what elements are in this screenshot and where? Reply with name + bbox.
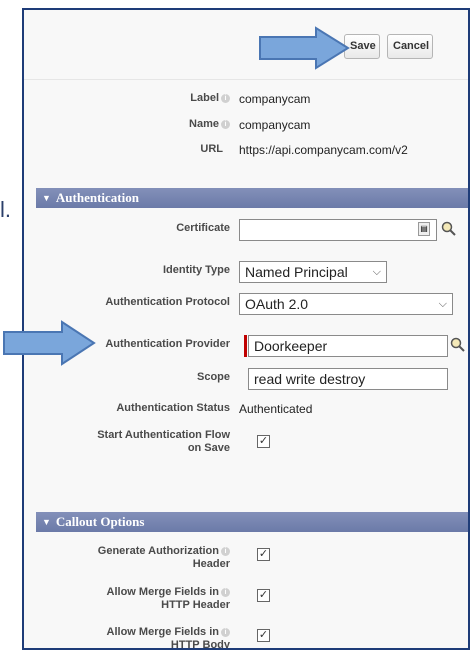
certificate-input[interactable]: [239, 219, 437, 241]
certificate-label: Certificate: [176, 222, 230, 234]
section-title: Callout Options: [55, 514, 145, 529]
start-flow-checkbox[interactable]: ✓: [257, 435, 270, 448]
identity-type-select[interactable]: Named Principal ⌵: [239, 261, 387, 283]
scope-input[interactable]: read write destroy: [248, 368, 448, 390]
merge-http-header-label: Allow Merge Fields in i HTTP Header: [106, 586, 230, 611]
cancel-button[interactable]: Cancel: [387, 34, 433, 59]
provider-label: Authentication Provider: [105, 338, 230, 350]
button-bar: Save Cancel: [24, 10, 468, 80]
merge-http-body-label: Allow Merge Fields in i HTTP Body: [106, 626, 230, 650]
label-value: companycam: [239, 92, 311, 106]
merge-http-body-checkbox[interactable]: ✓: [257, 629, 270, 642]
authentication-section-header[interactable]: ▼ Authentication: [36, 188, 468, 208]
collapse-triangle-icon: ▼: [42, 517, 51, 527]
collapse-triangle-icon: ▼: [42, 193, 51, 203]
status-label: Authentication Status: [116, 402, 230, 414]
merge-http-header-checkbox[interactable]: ✓: [257, 589, 270, 602]
label-field-label: Label i: [190, 92, 230, 105]
magnifier-icon[interactable]: [450, 337, 466, 353]
certificate-lookup-box-icon[interactable]: ▤: [418, 222, 430, 236]
callout-options-section-header[interactable]: ▼ Callout Options: [36, 512, 468, 532]
name-value: companycam: [239, 118, 311, 132]
section-title: Authentication: [55, 190, 139, 205]
chevron-down-icon: ⌵: [438, 298, 447, 310]
name-field-label: Name i: [189, 118, 230, 131]
start-flow-label: Start Authentication Flow on Save: [97, 429, 230, 454]
url-value: https://api.companycam.com/v2: [239, 143, 408, 157]
help-icon[interactable]: i: [221, 588, 230, 597]
scope-label: Scope: [196, 371, 230, 383]
help-icon[interactable]: i: [221, 547, 230, 556]
protocol-selected: OAuth 2.0: [245, 296, 309, 312]
status-value: Authenticated: [239, 402, 313, 416]
chevron-down-icon: ⌵: [372, 266, 381, 278]
right-arrow-icon: [3, 320, 96, 366]
provider-input[interactable]: Doorkeeper: [248, 335, 448, 357]
generate-auth-header-checkbox[interactable]: ✓: [257, 548, 270, 561]
protocol-select[interactable]: OAuth 2.0 ⌵: [239, 293, 453, 315]
help-icon[interactable]: i: [221, 94, 230, 103]
identity-type-label: Identity Type: [162, 264, 230, 276]
right-arrow-icon: [259, 26, 350, 70]
generate-auth-header-label: Generate Authorization i Header: [97, 545, 230, 570]
magnifier-icon[interactable]: [441, 221, 457, 237]
identity-type-selected: Named Principal: [245, 264, 348, 280]
url-field-label: URL: [200, 143, 223, 155]
protocol-label: Authentication Protocol: [105, 296, 230, 308]
cropped-side-text: l.: [0, 197, 11, 222]
help-icon[interactable]: i: [221, 120, 230, 129]
required-indicator: [244, 335, 247, 357]
help-icon[interactable]: i: [221, 628, 230, 637]
